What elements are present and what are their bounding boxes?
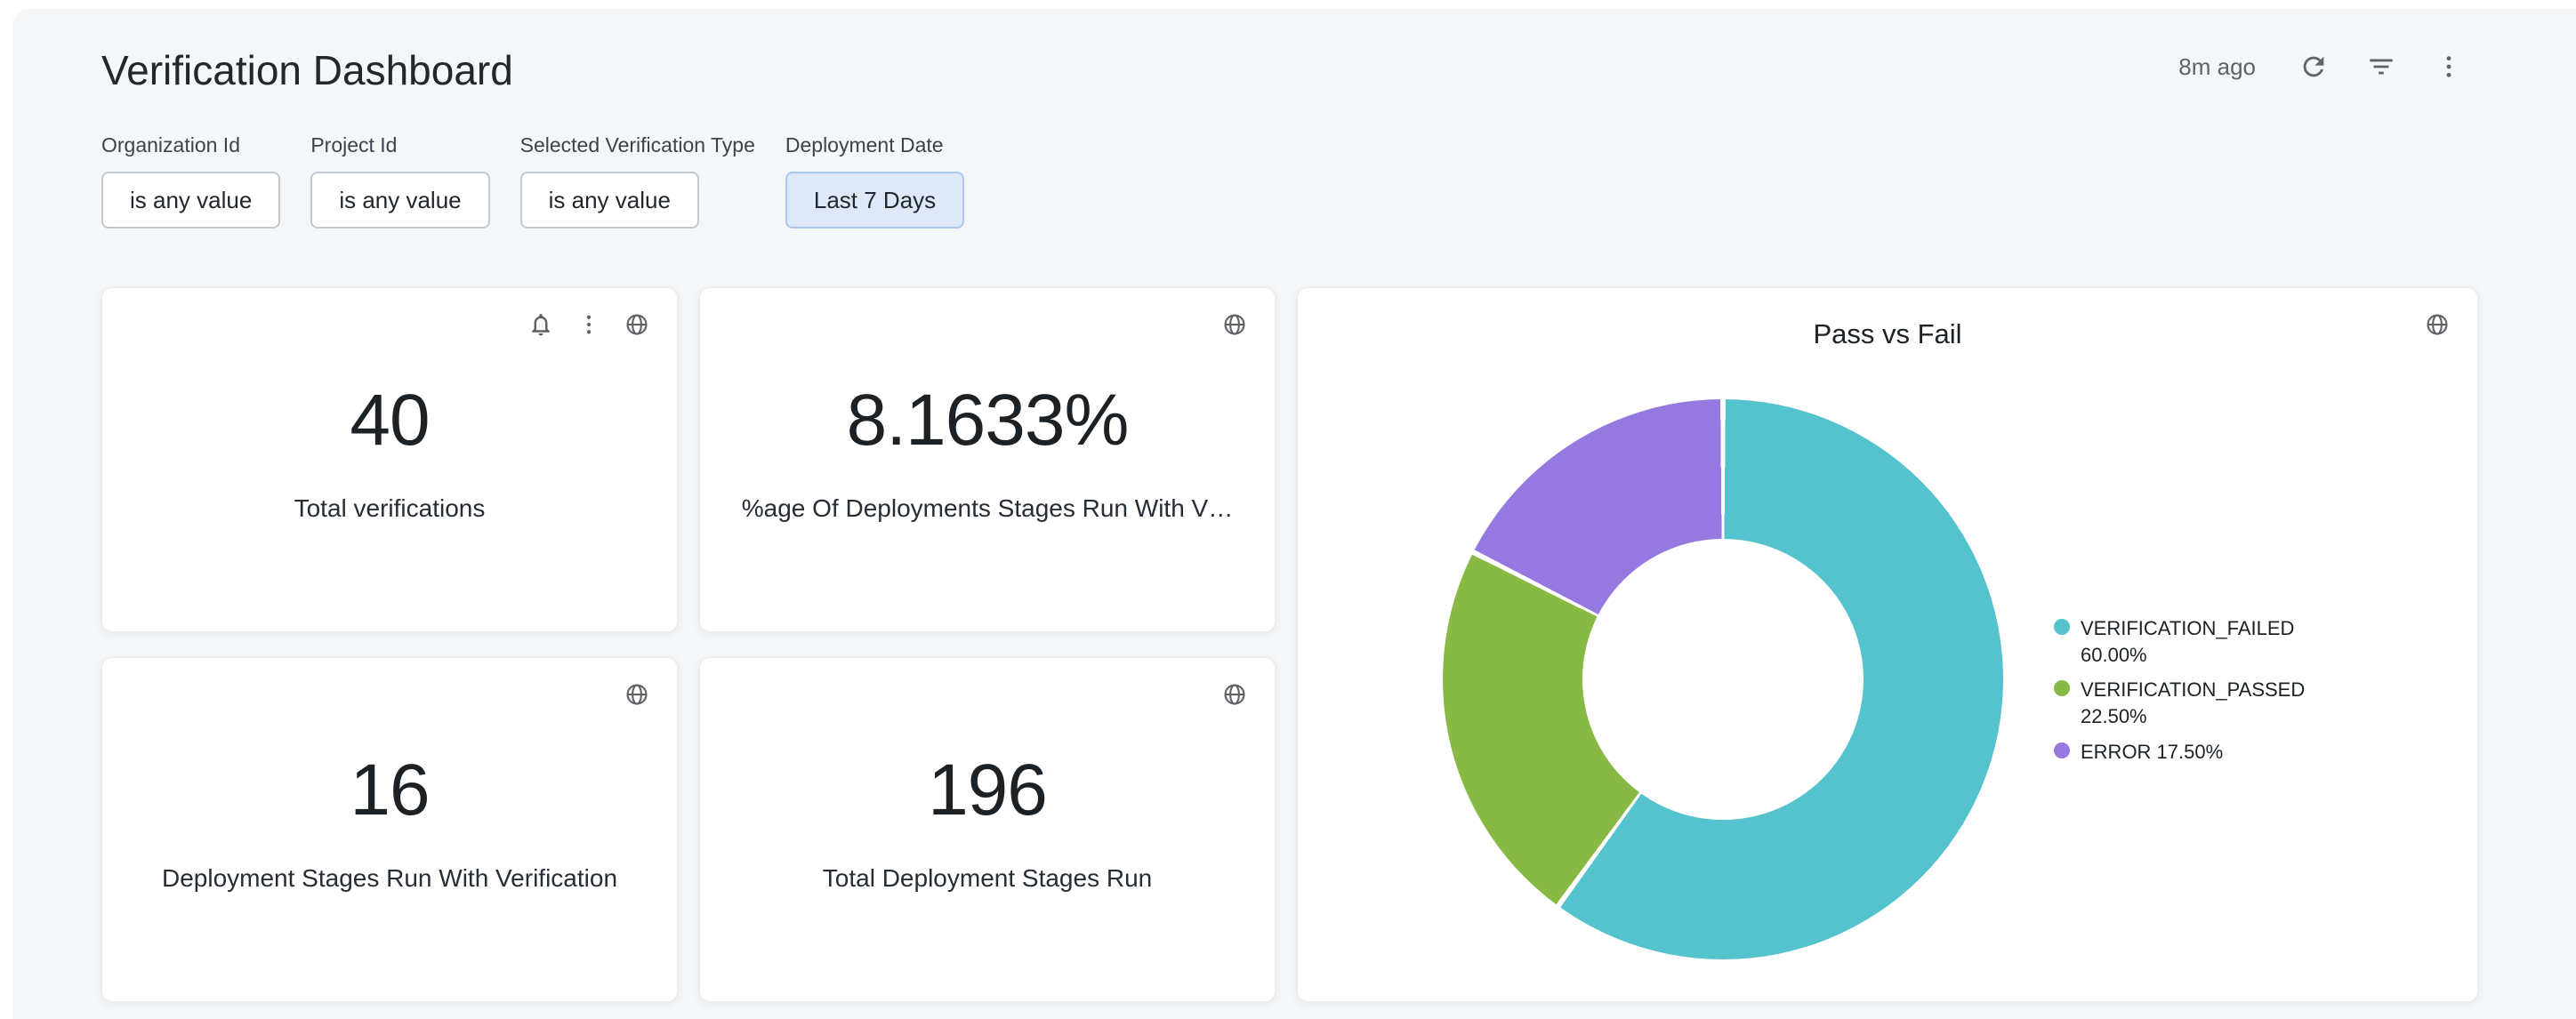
tile-globe-button[interactable]	[1221, 311, 1248, 338]
filter-value-dropdown[interactable]: is any value	[101, 172, 280, 229]
filter-deployment-date: Deployment Date Last 7 Days	[785, 133, 964, 229]
tile-total-verifications: 40 Total verifications	[101, 287, 678, 632]
filter-project-id: Project Id is any value	[310, 133, 489, 229]
filter-label: Deployment Date	[785, 133, 964, 157]
globe-icon	[624, 681, 650, 708]
tile-total-deployment-stages-run: 196 Total Deployment Stages Run	[699, 657, 1276, 1002]
legend-dot	[2054, 680, 2070, 696]
filter-toggle-button[interactable]	[2366, 52, 2396, 82]
legend-dot	[2054, 619, 2070, 635]
tile-value: 40	[350, 379, 429, 462]
tile-actions	[527, 311, 650, 338]
donut-chart[interactable]	[1443, 399, 2003, 959]
tile-value: 16	[350, 749, 429, 832]
bell-icon	[527, 311, 554, 338]
filter-label: Organization Id	[101, 133, 280, 157]
filter-value-dropdown[interactable]: Last 7 Days	[785, 172, 964, 229]
filter-organization-id: Organization Id is any value	[101, 133, 280, 229]
tile-pct-deployment-stages-with-verification: 8.1633% %age Of Deployments Stages Run W…	[699, 287, 1276, 632]
chart-title: Pass vs Fail	[1298, 318, 2477, 350]
filter-value-dropdown[interactable]: is any value	[310, 172, 489, 229]
tile-label: Deployment Stages Run With Verification	[162, 864, 617, 893]
filter-label: Selected Verification Type	[520, 133, 755, 157]
filter-value-dropdown[interactable]: is any value	[520, 172, 699, 229]
tile-value: 8.1633%	[847, 379, 1129, 462]
last-refresh-time: 8m ago	[2178, 53, 2256, 81]
tile-globe-button[interactable]	[2424, 311, 2451, 338]
tile-globe-button[interactable]	[624, 681, 650, 708]
tile-actions	[1221, 311, 1248, 338]
kebab-menu-icon	[576, 311, 602, 338]
verification-dashboard: Verification Dashboard 8m ago Organizati…	[0, 0, 2576, 1019]
legend-item[interactable]: VERIFICATION_PASSED 22.50%	[2054, 677, 2321, 729]
tile-actions	[624, 681, 650, 708]
tile-actions	[1221, 681, 1248, 708]
header-actions: 8m ago	[2178, 52, 2464, 82]
chart-legend: VERIFICATION_FAILED 60.00% VERIFICATION_P…	[2054, 615, 2321, 765]
tile-actions	[2424, 311, 2451, 338]
legend-item[interactable]: VERIFICATION_FAILED 60.00%	[2054, 615, 2321, 668]
tile-label: %age Of Deployments Stages Run With V…	[742, 494, 1233, 523]
globe-icon	[1221, 311, 1248, 338]
legend-item[interactable]: ERROR 17.50%	[2054, 739, 2321, 766]
tile-label: Total verifications	[294, 494, 486, 523]
tile-globe-button[interactable]	[624, 311, 650, 338]
tile-more-button[interactable]	[576, 311, 602, 338]
filter-bar: Organization Id is any value Project Id …	[101, 133, 964, 229]
legend-label: VERIFICATION_FAILED 60.00%	[2081, 615, 2305, 668]
page-title: Verification Dashboard	[101, 46, 513, 94]
dashboard-more-button[interactable]	[2434, 52, 2464, 82]
filter-verification-type: Selected Verification Type is any value	[520, 133, 755, 229]
tile-label: Total Deployment Stages Run	[823, 864, 1152, 893]
filter-icon	[2366, 52, 2396, 82]
refresh-icon	[2298, 52, 2329, 82]
tile-pass-vs-fail: Pass vs Fail VERIFICATION_FAILED 60.00%V…	[1297, 287, 2478, 1002]
legend-label: ERROR 17.50%	[2081, 739, 2305, 766]
tile-body: 8.1633% %age Of Deployments Stages Run W…	[700, 279, 1275, 622]
tile-body: 196 Total Deployment Stages Run	[700, 649, 1275, 992]
tile-body: 16 Deployment Stages Run With Verificati…	[102, 649, 677, 992]
kebab-menu-icon	[2434, 52, 2464, 82]
alerts-button[interactable]	[527, 311, 554, 338]
filter-label: Project Id	[310, 133, 489, 157]
globe-icon	[624, 311, 650, 338]
globe-icon	[1221, 681, 1248, 708]
tile-globe-button[interactable]	[1221, 681, 1248, 708]
tile-value: 196	[928, 749, 1047, 832]
globe-icon	[2424, 311, 2451, 338]
tile-deployment-stages-with-verification: 16 Deployment Stages Run With Verificati…	[101, 657, 678, 1002]
legend-label: VERIFICATION_PASSED 22.50%	[2081, 677, 2305, 729]
refresh-button[interactable]	[2298, 52, 2329, 82]
legend-dot	[2054, 742, 2070, 758]
